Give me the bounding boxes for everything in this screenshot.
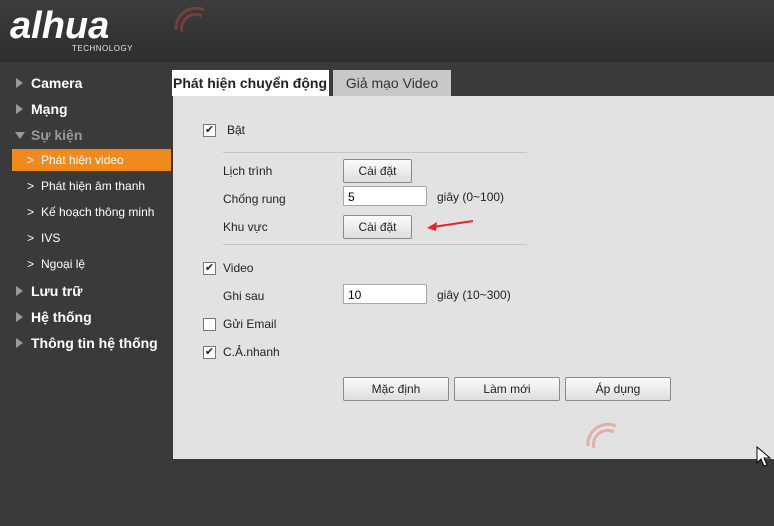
sidebar-item-label: Kế hoạch thông minh: [41, 205, 155, 219]
expand-icon: [16, 78, 23, 88]
chevron-right-icon: >: [27, 257, 35, 271]
send-email-checkbox[interactable]: [203, 318, 216, 331]
chevron-right-icon: >: [27, 205, 35, 219]
sidebar-item-label: Lưu trữ: [31, 283, 83, 299]
video-checkbox[interactable]: ✔: [203, 262, 216, 275]
chevron-right-icon: >: [27, 153, 35, 167]
logo-subtitle: TECHNOLOGY: [72, 44, 134, 53]
sidebar-item-camera[interactable]: Camera: [0, 71, 172, 95]
sidebar-item-label: Sự kiện: [31, 127, 83, 143]
post-record-label: Ghi sau: [223, 289, 265, 303]
dahua-logo: alhua TECHNOLOGY: [10, 6, 160, 54]
sidebar-subitem-smart-plan[interactable]: > Kế hoạch thông minh: [12, 201, 171, 223]
sidebar-item-label: Mạng: [31, 101, 68, 117]
video-label: Video: [223, 261, 254, 275]
expand-icon: [16, 286, 23, 296]
sidebar: Camera Mạng Sự kiện > Phát hiện video > …: [0, 62, 172, 526]
sidebar-subitem-exception[interactable]: > Ngoại lệ: [12, 253, 171, 275]
anti-dither-label: Chống rung: [223, 192, 286, 206]
sidebar-item-label: Phát hiện âm thanh: [41, 179, 146, 193]
section-divider: [223, 152, 527, 153]
sidebar-item-label: Phát hiện video: [41, 153, 124, 167]
sidebar-subitem-audio-detection[interactable]: > Phát hiện âm thanh: [12, 175, 171, 197]
send-email-label: Gửi Email: [223, 317, 277, 331]
sidebar-item-event[interactable]: Sự kiện: [0, 123, 172, 147]
anti-dither-input[interactable]: 5: [343, 186, 427, 206]
snapshot-checkbox[interactable]: ✔: [203, 346, 216, 359]
watermark-wifi-icon: [174, 6, 205, 33]
sidebar-item-system-info[interactable]: Thông tin hệ thống: [0, 331, 172, 355]
sidebar-subitem-ivs[interactable]: > IVS: [12, 227, 171, 249]
enable-label: Bật: [227, 123, 246, 137]
schedule-setup-button[interactable]: Cài đặt: [343, 159, 412, 183]
post-record-input[interactable]: 10: [343, 284, 427, 304]
refresh-button[interactable]: Làm mới: [454, 377, 560, 401]
sidebar-item-label: Camera: [31, 75, 83, 91]
tab-motion-detection[interactable]: Phát hiện chuyển động: [172, 70, 329, 96]
snapshot-label: C.Ả.nhanh: [223, 345, 280, 359]
expand-icon: [16, 104, 23, 114]
sidebar-item-storage[interactable]: Lưu trữ: [0, 279, 172, 303]
default-button[interactable]: Mặc định: [343, 377, 449, 401]
settings-panel: ✔ Bật Lịch trình Cài đặt Chống rung 5 gi…: [173, 96, 774, 459]
area-setup-button[interactable]: Cài đặt: [343, 215, 412, 239]
sidebar-subitem-motion-detection[interactable]: > Phát hiện video: [12, 149, 171, 171]
header-bar: alhua TECHNOLOGY: [0, 0, 774, 62]
chevron-right-icon: >: [27, 231, 35, 245]
tab-bar: Phát hiện chuyển động Giả mạo Video: [172, 70, 774, 96]
collapse-icon: [15, 132, 25, 139]
logo-text: alhua: [10, 5, 110, 47]
sidebar-item-system[interactable]: Hệ thống: [0, 305, 172, 329]
anti-dither-unit: giây (0~100): [437, 190, 505, 204]
chevron-right-icon: >: [27, 179, 35, 193]
sidebar-item-label: Thông tin hệ thống: [31, 335, 158, 351]
sidebar-item-label: Hệ thống: [31, 309, 92, 325]
sidebar-item-network[interactable]: Mạng: [0, 97, 172, 121]
sidebar-item-label: IVS: [41, 231, 61, 245]
area-label: Khu vực: [223, 220, 268, 234]
tab-video-tampering[interactable]: Giả mạo Video: [333, 70, 451, 96]
expand-icon: [16, 338, 23, 348]
schedule-label: Lịch trình: [223, 164, 273, 178]
mouse-cursor-icon: [756, 446, 772, 467]
sidebar-item-label: Ngoại lệ: [41, 257, 86, 271]
section-divider: [223, 244, 527, 245]
post-record-unit: giây (10~300): [437, 288, 511, 302]
enable-checkbox[interactable]: ✔: [203, 124, 216, 137]
apply-button[interactable]: Áp dụng: [565, 377, 671, 401]
watermark-wifi-icon: [586, 422, 617, 449]
expand-icon: [16, 312, 23, 322]
red-arrow-icon: [427, 220, 474, 231]
